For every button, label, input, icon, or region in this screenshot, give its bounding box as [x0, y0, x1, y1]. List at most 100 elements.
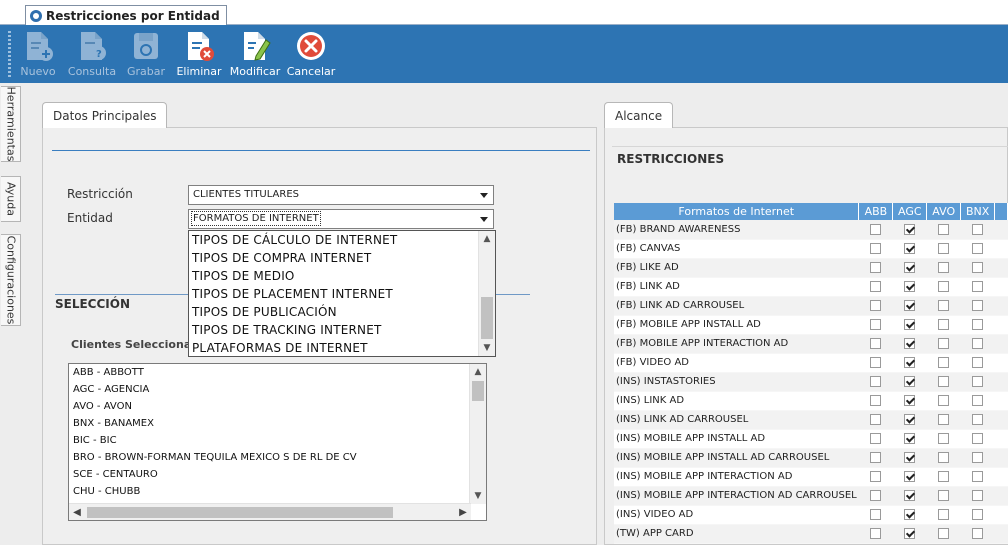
- dropdown-option[interactable]: TIPOS DE PLACEMENT INTERNET: [189, 285, 495, 303]
- checkbox[interactable]: [870, 299, 882, 311]
- side-tab-herramientas[interactable]: Herramientas: [1, 86, 21, 162]
- checkbox[interactable]: [904, 299, 916, 311]
- table-row[interactable]: (INS) LINK AD CARROUSEL: [614, 410, 1008, 430]
- checkbox[interactable]: [904, 261, 916, 273]
- checkbox[interactable]: [938, 280, 950, 292]
- checkbox[interactable]: [870, 356, 882, 368]
- checkbox[interactable]: [904, 337, 916, 349]
- tab-alcance[interactable]: Alcance: [604, 102, 674, 128]
- table-row[interactable]: (INS) VIDEO AD: [614, 505, 1008, 525]
- grid-header-col[interactable]: AVO: [926, 203, 962, 220]
- checkbox[interactable]: [938, 413, 950, 425]
- table-row[interactable]: (INS) MOBILE APP INTERACTION AD CARROUSE…: [614, 486, 1008, 506]
- checkbox[interactable]: [938, 394, 950, 406]
- checkbox[interactable]: [938, 432, 950, 444]
- table-row[interactable]: (FB) LINK AD: [614, 277, 1008, 297]
- side-tab-configuraciones[interactable]: Configuraciones: [1, 234, 21, 326]
- checkbox[interactable]: [870, 527, 882, 539]
- checkbox[interactable]: [870, 470, 882, 482]
- checkbox[interactable]: [972, 470, 984, 482]
- grid-header-col[interactable]: AGC: [892, 203, 928, 220]
- scroll-thumb[interactable]: [481, 297, 493, 339]
- table-row[interactable]: (FB) LINK AD CARROUSEL: [614, 296, 1008, 316]
- document-tab[interactable]: Restricciones por Entidad: [25, 5, 227, 25]
- checkbox[interactable]: [904, 470, 916, 482]
- checkbox[interactable]: [938, 375, 950, 387]
- checkbox[interactable]: [972, 356, 984, 368]
- table-row[interactable]: (FB) CANVAS: [614, 239, 1008, 259]
- checkbox[interactable]: [938, 527, 950, 539]
- list-item[interactable]: ABB - ABBOTT: [69, 364, 486, 381]
- restriccion-select[interactable]: CLIENTES TITULARES: [188, 185, 494, 205]
- checkbox[interactable]: [972, 451, 984, 463]
- checkbox[interactable]: [938, 489, 950, 501]
- entidad-dropdown-list[interactable]: TIPOS DE CÁLCULO DE INTERNET TIPOS DE CO…: [188, 230, 496, 357]
- checkbox[interactable]: [870, 394, 882, 406]
- chevron-down-icon[interactable]: [475, 210, 493, 228]
- checkbox[interactable]: [972, 375, 984, 387]
- checkbox[interactable]: [938, 470, 950, 482]
- checkbox[interactable]: [972, 508, 984, 520]
- side-tab-ayuda[interactable]: Ayuda: [1, 176, 21, 222]
- restricciones-grid[interactable]: Formatos de Internet ABB AGC AVO BNX (FB…: [614, 203, 1008, 544]
- list-item[interactable]: CHU - CHUBB: [69, 483, 486, 500]
- entidad-select[interactable]: FORMATOS DE INTERNET: [188, 209, 494, 229]
- table-row[interactable]: (INS) MOBILE APP INSTALL AD CARROUSEL: [614, 448, 1008, 468]
- table-row[interactable]: (FB) VIDEO AD: [614, 353, 1008, 373]
- checkbox[interactable]: [870, 242, 882, 254]
- checkbox[interactable]: [904, 318, 916, 330]
- scroll-up-icon[interactable]: ▲: [470, 364, 486, 380]
- checkbox[interactable]: [972, 527, 984, 539]
- dropdown-option[interactable]: TIPOS DE TRACKING INTERNET: [189, 321, 495, 339]
- checkbox[interactable]: [870, 451, 882, 463]
- eliminar-button[interactable]: Eliminar: [171, 29, 227, 81]
- checkbox[interactable]: [870, 375, 882, 387]
- checkbox[interactable]: [972, 318, 984, 330]
- list-item[interactable]: AVO - AVON: [69, 398, 486, 415]
- tab-datos-principales[interactable]: Datos Principales: [42, 102, 168, 128]
- table-row[interactable]: (INS) MOBILE APP INTERACTION AD: [614, 467, 1008, 487]
- checkbox[interactable]: [904, 432, 916, 444]
- checkbox[interactable]: [938, 451, 950, 463]
- checkbox[interactable]: [938, 356, 950, 368]
- checkbox[interactable]: [972, 242, 984, 254]
- modificar-button[interactable]: Modificar: [227, 29, 283, 81]
- checkbox[interactable]: [870, 432, 882, 444]
- checkbox[interactable]: [870, 413, 882, 425]
- checkbox[interactable]: [938, 299, 950, 311]
- dropdown-option[interactable]: TIPOS DE CÁLCULO DE INTERNET: [189, 231, 495, 249]
- consulta-button[interactable]: ? Consulta: [64, 29, 120, 81]
- grid-header-col[interactable]: BNX: [960, 203, 996, 220]
- dropdown-option[interactable]: TIPOS DE COMPRA INTERNET: [189, 249, 495, 267]
- grabar-button[interactable]: Grabar: [118, 29, 174, 81]
- checkbox[interactable]: [904, 223, 916, 235]
- scroll-down-icon[interactable]: ▼: [479, 340, 495, 356]
- scroll-down-icon[interactable]: ▼: [470, 488, 486, 504]
- checkbox[interactable]: [904, 375, 916, 387]
- checkbox[interactable]: [904, 527, 916, 539]
- checkbox[interactable]: [972, 280, 984, 292]
- checkbox[interactable]: [904, 508, 916, 520]
- scroll-thumb[interactable]: [472, 381, 484, 401]
- table-row[interactable]: (FB) MOBILE APP INTERACTION AD: [614, 334, 1008, 354]
- table-row[interactable]: (FB) MOBILE APP INSTALL AD: [614, 315, 1008, 335]
- scroll-thumb[interactable]: [87, 507, 393, 518]
- checkbox[interactable]: [938, 223, 950, 235]
- checkbox[interactable]: [972, 489, 984, 501]
- table-row[interactable]: (INS) MOBILE APP INSTALL AD: [614, 429, 1008, 449]
- checkbox[interactable]: [870, 489, 882, 501]
- scroll-up-icon[interactable]: ▲: [479, 231, 495, 247]
- list-item[interactable]: BRO - BROWN-FORMAN TEQUILA MEXICO S DE R…: [69, 449, 486, 466]
- checkbox[interactable]: [904, 489, 916, 501]
- checkbox[interactable]: [870, 280, 882, 292]
- clientes-list[interactable]: ABB - ABBOTT AGC - AGENCIA AVO - AVON BN…: [68, 363, 487, 521]
- checkbox[interactable]: [870, 337, 882, 349]
- table-row[interactable]: (FB) BRAND AWARENESS: [614, 220, 1008, 240]
- dropdown-option[interactable]: TIPOS DE PUBLICACIÓN: [189, 303, 495, 321]
- table-row[interactable]: (INS) INSTASTORIES: [614, 372, 1008, 392]
- checkbox[interactable]: [972, 261, 984, 273]
- list-item[interactable]: BNX - BANAMEX: [69, 415, 486, 432]
- scroll-right-icon[interactable]: ▶: [455, 504, 471, 520]
- checkbox[interactable]: [904, 413, 916, 425]
- grid-header-col[interactable]: ABB: [858, 203, 894, 220]
